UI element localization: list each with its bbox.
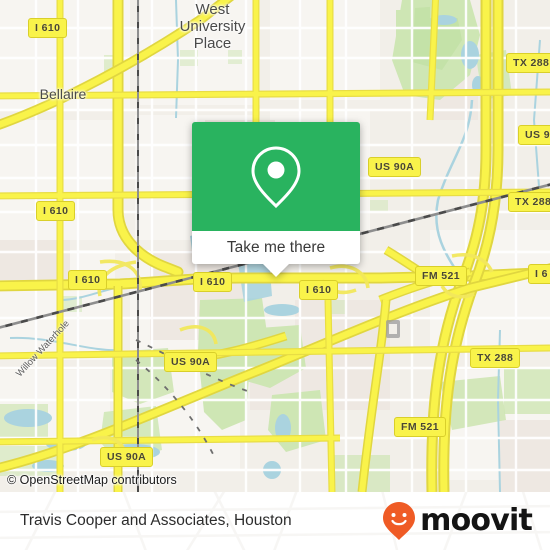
shield-us-90-e[interactable]: US 90 [518, 125, 550, 145]
moovit-brand[interactable]: moovit [382, 501, 533, 541]
openstreetmap-attribution[interactable]: © OpenStreetMap contributors [7, 473, 177, 487]
shield-i-610-s[interactable]: I 610 [193, 272, 233, 292]
take-me-there-label: Take me there [226, 238, 326, 256]
popup-pointer [263, 264, 289, 277]
place-label-west-university-place: West University Place [179, 1, 246, 52]
shield-i-610-e[interactable]: I 6 [528, 264, 550, 284]
shield-i-610-sw[interactable]: I 610 [68, 270, 108, 290]
place-label-bellaire: Bellaire [39, 86, 87, 102]
shield-tx-288-se[interactable]: TX 288 [470, 348, 521, 368]
shield-i-610-w[interactable]: I 610 [36, 201, 76, 221]
popup-pin-panel [192, 122, 360, 231]
map-pin-icon [251, 145, 301, 208]
footer-content: Travis Cooper and Associates, Houston mo… [0, 492, 550, 550]
shield-us-90a-sw[interactable]: US 90A [100, 447, 154, 467]
shield-us-90a-w[interactable]: US 90A [164, 352, 218, 372]
moovit-map-screenshot: West University Place Bellaire Willow Wa… [0, 0, 550, 550]
shield-i-610-nw[interactable]: I 610 [28, 18, 68, 38]
shield-fm-521-ne[interactable]: FM 521 [415, 266, 467, 286]
take-me-there-button[interactable]: Take me there [192, 231, 360, 264]
location-popup-card[interactable]: Take me there [192, 122, 360, 277]
moovit-smiley-pin-icon [383, 502, 416, 540]
location-title: Travis Cooper and Associates, Houston [20, 512, 292, 529]
shield-i-610-se[interactable]: I 610 [299, 280, 339, 300]
shield-tx-288-e[interactable]: TX 288 [508, 192, 550, 212]
shield-tx-288-ne[interactable]: TX 288 [506, 53, 550, 73]
footer-bar: Travis Cooper and Associates, Houston mo… [0, 492, 550, 550]
shield-fm-521-s[interactable]: FM 521 [394, 417, 446, 437]
shield-us-90a-mid[interactable]: US 90A [368, 157, 422, 177]
moovit-wordmark: moovit [420, 503, 533, 538]
map-canvas[interactable]: West University Place Bellaire Willow Wa… [0, 0, 550, 492]
